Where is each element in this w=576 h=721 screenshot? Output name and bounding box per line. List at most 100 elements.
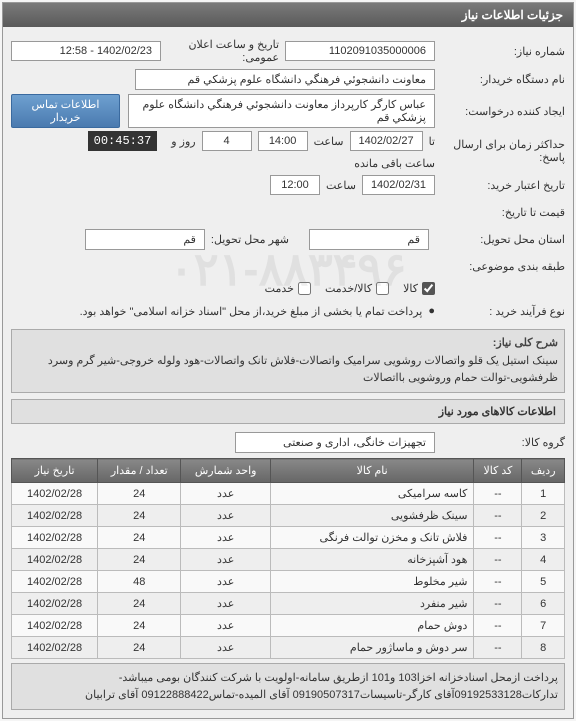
col-header: تاریخ نیاز [12, 459, 98, 483]
cell: هود آشپزخانه [270, 549, 474, 571]
buyer-label: نام دستگاه خریدار: [435, 73, 565, 86]
col-header: واحد شمارش [181, 459, 270, 483]
validity-label: تاریخ اعتبار خرید: [435, 179, 565, 192]
cell: -- [474, 483, 522, 505]
cell: سینک ظرفشویی [270, 505, 474, 527]
cell: 24 [98, 549, 181, 571]
cat-srv-check[interactable] [298, 282, 311, 295]
announce-label: تاریخ و ساعت اعلان عمومی: [167, 38, 279, 64]
process-label: نوع فرآیند خرید : [435, 305, 565, 318]
cell: عدد [181, 483, 270, 505]
time-lbl-2: ساعت [326, 179, 356, 192]
cell: شیر مخلوط [270, 571, 474, 593]
cell: 7 [522, 615, 565, 637]
cell: 1402/02/28 [12, 637, 98, 659]
cell: -- [474, 549, 522, 571]
cell: 1402/02/28 [12, 571, 98, 593]
category-label: طبقه بندی موضوعی: [435, 260, 565, 273]
cell: 48 [98, 571, 181, 593]
col-header: نام کالا [270, 459, 474, 483]
deadline-ans: تا [429, 135, 435, 148]
cell: عدد [181, 505, 270, 527]
deadline-time: 14:00 [258, 131, 308, 151]
items-section-title: اطلاعات کالاهای مورد نیاز [11, 399, 565, 424]
table-row[interactable]: 4--هود آشپزخانهعدد241402/02/28 [12, 549, 565, 571]
table-row[interactable]: 3--فلاش تانک و مخزن توالت فرنگیعدد241402… [12, 527, 565, 549]
cat-goods-service[interactable]: کالا/خدمت [325, 282, 389, 295]
cell: 1 [522, 483, 565, 505]
table-row[interactable]: 1--کاسه سرامیکیعدد241402/02/28 [12, 483, 565, 505]
table-row[interactable]: 6--شیر منفردعدد241402/02/28 [12, 593, 565, 615]
cell: -- [474, 593, 522, 615]
cell: عدد [181, 527, 270, 549]
price-until-label: قیمت تا تاریخ: [435, 206, 565, 219]
cell: 1402/02/28 [12, 527, 98, 549]
cat-gs-check[interactable] [376, 282, 389, 295]
cell: عدد [181, 615, 270, 637]
cell: کاسه سرامیکی [270, 483, 474, 505]
table-row[interactable]: 8--سر دوش و ماساژور حمامعدد241402/02/28 [12, 637, 565, 659]
deadline-date: 1402/02/27 [350, 131, 423, 151]
province-label: استان محل تحویل: [435, 233, 565, 246]
cell: عدد [181, 593, 270, 615]
table-row[interactable]: 2--سینک ظرفشوییعدد241402/02/28 [12, 505, 565, 527]
buyer-value: معاونت دانشجوئي فرهنگي دانشگاه علوم پزشك… [135, 69, 435, 90]
cell: 24 [98, 483, 181, 505]
cell: -- [474, 571, 522, 593]
cell: -- [474, 615, 522, 637]
cell: سر دوش و ماساژور حمام [270, 637, 474, 659]
cell: عدد [181, 637, 270, 659]
cell: 24 [98, 527, 181, 549]
province-value: قم [309, 229, 429, 250]
cell: شیر منفرد [270, 593, 474, 615]
cell: 24 [98, 615, 181, 637]
cell: 1402/02/28 [12, 505, 98, 527]
summary-label: شرح کلی نیاز: [18, 336, 558, 349]
col-header: کد کالا [474, 459, 522, 483]
cell: 1402/02/28 [12, 549, 98, 571]
city-label: شهر محل تحویل: [211, 233, 289, 246]
remain-lbl: ساعت باقی مانده [354, 157, 435, 170]
remain-time: 00:45:37 [88, 131, 158, 151]
cell: -- [474, 527, 522, 549]
city-value: قم [85, 229, 205, 250]
cell: 4 [522, 549, 565, 571]
process-note: پرداخت تمام یا بخشی از مبلغ خرید،از محل … [80, 305, 423, 318]
footer-note: پرداخت ازمحل اسنادخزانه اخزا103 و101 ازط… [11, 663, 565, 710]
summary-text: سینک استیل یک قلو واتصالات روشویی سرامیک… [18, 353, 558, 386]
cell: دوش حمام [270, 615, 474, 637]
cell: -- [474, 637, 522, 659]
cell: 2 [522, 505, 565, 527]
time-lbl-1: ساعت [314, 135, 344, 148]
number-value: 1102091035000006 [285, 41, 435, 61]
cell: 5 [522, 571, 565, 593]
cell: 1402/02/28 [12, 483, 98, 505]
col-header: ردیف [522, 459, 565, 483]
cell: 1402/02/28 [12, 593, 98, 615]
cell: 3 [522, 527, 565, 549]
number-label: شماره نیاز: [435, 45, 565, 58]
cell: -- [474, 505, 522, 527]
cell: فلاش تانک و مخزن توالت فرنگی [270, 527, 474, 549]
announce-value: 1402/02/23 - 12:58 [11, 41, 161, 61]
creator-value: عباس کارگر کارپرداز معاونت دانشجوئي فرهن… [128, 94, 435, 128]
col-header: تعداد / مقدار [98, 459, 181, 483]
creator-label: ایجاد کننده درخواست: [435, 105, 565, 118]
cell: 6 [522, 593, 565, 615]
cell: 8 [522, 637, 565, 659]
contact-button[interactable]: اطلاعات تماس خریدار [11, 94, 120, 128]
cell: عدد [181, 549, 270, 571]
panel-title: جزئیات اطلاعات نیاز [3, 3, 573, 27]
process-radio-icon[interactable]: ● [428, 305, 435, 317]
cat-service[interactable]: خدمت [265, 282, 311, 295]
table-row[interactable]: 5--شیر مخلوطعدد481402/02/28 [12, 571, 565, 593]
cat-goods-check[interactable] [422, 282, 435, 295]
group-value: تجهیزات خانگی، اداری و صنعتی [235, 432, 435, 453]
cell: عدد [181, 571, 270, 593]
validity-date: 1402/02/31 [362, 175, 435, 195]
cat-goods[interactable]: کالا [403, 282, 435, 295]
cell: 24 [98, 637, 181, 659]
table-row[interactable]: 7--دوش حمامعدد241402/02/28 [12, 615, 565, 637]
deadline-label: حداکثر زمان برای ارسال پاسخ: [435, 138, 565, 164]
validity-time: 12:00 [270, 175, 320, 195]
